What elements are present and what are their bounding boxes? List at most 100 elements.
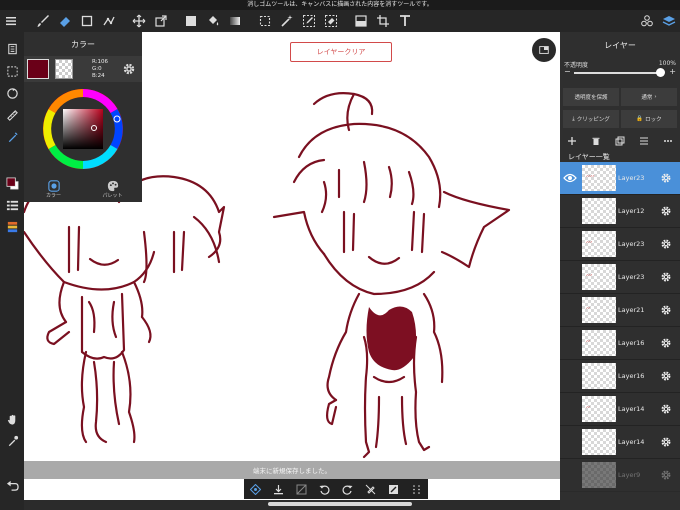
layer-settings-gear-icon[interactable] bbox=[660, 469, 672, 481]
layer-list-icon[interactable] bbox=[3, 196, 21, 214]
layer-menu-list-icon[interactable] bbox=[639, 136, 649, 146]
tab-color[interactable]: カラー bbox=[24, 176, 83, 202]
transform-icon[interactable] bbox=[150, 10, 172, 32]
bucket-icon[interactable] bbox=[202, 10, 224, 32]
materials-icon[interactable] bbox=[636, 10, 658, 32]
transparent-icon[interactable] bbox=[296, 484, 307, 495]
layer-settings-gear-icon[interactable] bbox=[660, 370, 672, 382]
layer-row[interactable]: ᐟᐟᐟ Layer23 bbox=[560, 261, 680, 294]
left-toolbar bbox=[0, 32, 24, 510]
arrange-icon[interactable] bbox=[98, 10, 120, 32]
lock-button[interactable]: 🔒 ロック bbox=[621, 110, 677, 128]
color-swatch-icon[interactable] bbox=[3, 174, 21, 192]
color-panel: カラー R:106 G:0 B:24 カラー パレット bbox=[24, 32, 142, 202]
chevron-right-icon: › bbox=[654, 94, 657, 100]
move-icon[interactable] bbox=[128, 10, 150, 32]
select-eraser-icon[interactable] bbox=[320, 10, 342, 32]
more-icon[interactable] bbox=[663, 136, 673, 146]
layer-thumbnail-mark: ᐟᐟ bbox=[586, 307, 591, 313]
main-color-swatch[interactable] bbox=[27, 59, 49, 79]
select-move-icon[interactable] bbox=[250, 483, 261, 495]
reference-window-button[interactable] bbox=[532, 38, 556, 62]
redo-icon[interactable] bbox=[342, 484, 353, 495]
import-icon[interactable] bbox=[273, 484, 284, 495]
fill-layer-icon[interactable] bbox=[388, 484, 399, 495]
pages-icon[interactable] bbox=[3, 40, 21, 58]
grid-icon[interactable] bbox=[411, 484, 422, 495]
magic-wand-icon[interactable] bbox=[276, 10, 298, 32]
eye-icon[interactable] bbox=[563, 172, 577, 184]
layer-name: Layer16 bbox=[618, 339, 645, 347]
layer-row[interactable]: ᐟᐟ Layer21 bbox=[560, 294, 680, 327]
eraser-icon[interactable] bbox=[54, 10, 76, 32]
layer-row[interactable]: ᐟᐟᐟᐟ Layer23 bbox=[560, 162, 680, 195]
layer-row[interactable]: Layer12 bbox=[560, 195, 680, 228]
toolbar-divider bbox=[246, 10, 254, 32]
select-pen-icon[interactable] bbox=[298, 10, 320, 32]
layer-add-icon[interactable] bbox=[350, 10, 372, 32]
color-settings-gear-icon[interactable] bbox=[122, 62, 136, 76]
opacity-slider-knob[interactable] bbox=[656, 68, 665, 77]
layer-row[interactable]: ᐟᐟ Layer14 bbox=[560, 393, 680, 426]
color-wheel[interactable] bbox=[28, 84, 138, 174]
layer-thumbnail-mark: ᐟᐟ bbox=[586, 340, 591, 346]
gradient-icon[interactable] bbox=[224, 10, 246, 32]
crop-icon[interactable] bbox=[372, 10, 394, 32]
tool-tooltip: 消しゴムツールは、キャンバスに描画された内容を消すツールです。 bbox=[0, 0, 680, 10]
no-pen-icon[interactable] bbox=[365, 484, 376, 495]
menu-icon[interactable] bbox=[0, 10, 22, 32]
layer-row[interactable]: ᐟᐟ Layer16 bbox=[560, 327, 680, 360]
add-layer-icon[interactable] bbox=[567, 136, 577, 146]
layer-options-row-2: ⤓ クリッピング 🔒 ロック bbox=[563, 110, 677, 128]
layer-settings-gear-icon[interactable] bbox=[660, 436, 672, 448]
layers-icon[interactable] bbox=[658, 10, 680, 32]
text-icon[interactable] bbox=[394, 10, 416, 32]
toolbar-divider bbox=[342, 10, 350, 32]
blend-mode-button[interactable]: 通常 › bbox=[621, 88, 677, 106]
color-swatches: R:106 G:0 B:24 bbox=[24, 56, 142, 82]
opacity-plus-button[interactable]: + bbox=[669, 67, 676, 76]
sub-color-swatch[interactable] bbox=[55, 59, 73, 79]
palette-bar-icon[interactable] bbox=[3, 218, 21, 236]
tab-color-label: カラー bbox=[45, 192, 61, 199]
protect-alpha-button[interactable]: 透明度を保護 bbox=[563, 88, 619, 106]
rotate-icon[interactable] bbox=[3, 84, 21, 102]
tab-palette[interactable]: パレット bbox=[83, 176, 142, 202]
layer-clear-button[interactable]: レイヤークリア bbox=[290, 42, 392, 62]
lock-icon: 🔒 bbox=[636, 116, 644, 122]
eyedropper-icon[interactable] bbox=[3, 432, 21, 450]
layer-row[interactable]: Layer14 bbox=[560, 426, 680, 459]
layer-row[interactable]: Layer16 bbox=[560, 360, 680, 393]
layer-thumbnail-mark: ᐟᐟᐟᐟ bbox=[586, 175, 595, 181]
undo-icon[interactable] bbox=[319, 484, 330, 495]
layer-settings-gear-icon[interactable] bbox=[660, 271, 672, 283]
layer-settings-gear-icon[interactable] bbox=[660, 403, 672, 415]
top-toolbar bbox=[0, 10, 680, 32]
ruler-icon[interactable] bbox=[3, 106, 21, 124]
duplicate-layer-icon[interactable] bbox=[615, 136, 625, 146]
layer-thumbnail-mark: ᐟᐟᐟ bbox=[586, 274, 593, 280]
opacity-slider[interactable] bbox=[574, 72, 664, 74]
brush-icon[interactable] bbox=[32, 10, 54, 32]
opacity-minus-button[interactable]: − bbox=[564, 67, 571, 76]
clipping-button[interactable]: ⤓ クリッピング bbox=[563, 110, 619, 128]
rectangle-icon[interactable] bbox=[76, 10, 98, 32]
home-indicator[interactable] bbox=[268, 502, 412, 506]
layer-settings-gear-icon[interactable] bbox=[660, 172, 672, 184]
hand-icon[interactable] bbox=[3, 410, 21, 428]
selection-icon[interactable] bbox=[3, 62, 21, 80]
pen-settings-icon[interactable] bbox=[3, 128, 21, 146]
rgb-b: B:24 bbox=[92, 73, 105, 79]
layer-settings-gear-icon[interactable] bbox=[660, 205, 672, 217]
layer-settings-gear-icon[interactable] bbox=[660, 337, 672, 349]
layer-name: Layer12 bbox=[618, 207, 645, 215]
undo-icon-left[interactable] bbox=[3, 476, 21, 494]
layer-name: Layer23 bbox=[618, 240, 645, 248]
layer-settings-gear-icon[interactable] bbox=[660, 238, 672, 250]
layer-settings-gear-icon[interactable] bbox=[660, 304, 672, 316]
trash-icon[interactable] bbox=[591, 136, 601, 146]
fill-color-icon[interactable] bbox=[180, 10, 202, 32]
layer-row[interactable]: Layer9 bbox=[560, 459, 680, 492]
select-rect-icon[interactable] bbox=[254, 10, 276, 32]
layer-row[interactable]: ᐟᐟᐟ Layer23 bbox=[560, 228, 680, 261]
